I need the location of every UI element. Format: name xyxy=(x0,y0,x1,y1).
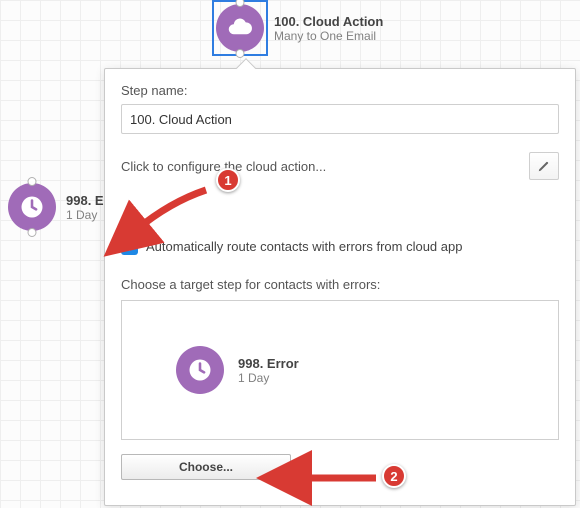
pencil-icon xyxy=(537,159,551,173)
target-step-box: 998. Error 1 Day xyxy=(121,300,559,440)
target-step-label: Choose a target step for contacts with e… xyxy=(121,277,559,292)
cloud-icon xyxy=(216,4,264,52)
node-connector-bottom[interactable] xyxy=(236,49,245,58)
workflow-canvas[interactable]: 998. Err 1 Day 100. Cloud Action Many to… xyxy=(0,0,580,508)
auto-route-errors-label: Automatically route contacts with errors… xyxy=(146,239,462,254)
auto-route-errors-checkbox[interactable] xyxy=(121,238,138,255)
step-config-panel: Step name: Click to configure the cloud … xyxy=(104,68,576,506)
step-name-label: Step name: xyxy=(121,83,559,98)
clock-icon xyxy=(8,183,56,231)
choose-target-button[interactable]: Choose... xyxy=(121,454,291,480)
node-100-cloud-action[interactable]: 100. Cloud Action Many to One Email xyxy=(216,4,383,52)
panel-pointer xyxy=(236,58,256,78)
edit-cloud-action-button[interactable] xyxy=(529,152,559,180)
target-step-title: 998. Error xyxy=(238,356,299,371)
node-connector-top[interactable] xyxy=(28,177,37,186)
check-icon xyxy=(124,241,136,253)
node-subtitle: Many to One Email xyxy=(274,29,383,43)
configure-cloud-action-text: Click to configure the cloud action... xyxy=(121,159,326,174)
clock-icon xyxy=(176,346,224,394)
step-name-input[interactable] xyxy=(121,104,559,134)
node-998-error[interactable]: 998. Err 1 Day xyxy=(8,183,114,231)
node-title: 100. Cloud Action xyxy=(274,14,383,29)
target-step-subtitle: 1 Day xyxy=(238,371,299,385)
node-connector-bottom[interactable] xyxy=(28,228,37,237)
